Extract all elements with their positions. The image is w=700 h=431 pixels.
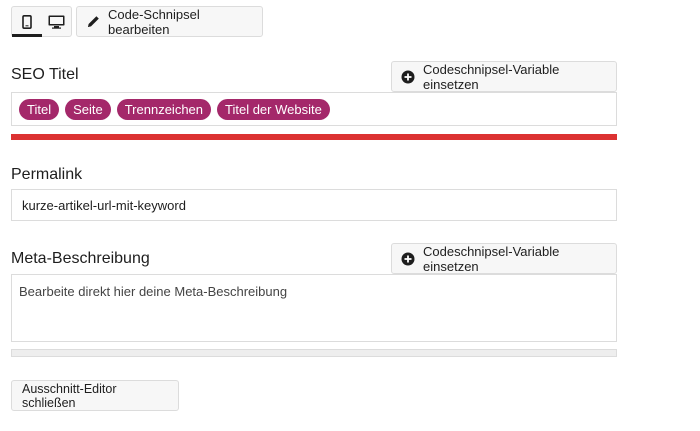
permalink-label: Permalink — [11, 166, 83, 183]
meta-description-placeholder: Bearbeite direkt hier deine Meta-Beschre… — [19, 284, 288, 299]
plus-circle-icon — [401, 252, 415, 266]
plus-circle-icon — [401, 70, 415, 84]
seo-title-length-progress — [11, 134, 617, 140]
edit-snippet-label: Code-Schnipsel bearbeiten — [108, 6, 200, 37]
insert-variable-label: Codeschnipsel-Variable einsetzen — [423, 243, 560, 274]
close-snippet-editor-button[interactable]: Ausschnitt-Editor schließen — [11, 380, 179, 411]
mobile-preview-button[interactable] — [12, 7, 42, 37]
snippet-editor: Code-Schnipsel bearbeiten SEO Titel Code… — [0, 0, 700, 431]
meta-description-textarea[interactable]: Bearbeite direkt hier deine Meta-Beschre… — [11, 274, 617, 342]
meta-description-length-progress — [11, 349, 617, 357]
insert-variable-button-meta-description[interactable]: Codeschnipsel-Variable einsetzen — [391, 243, 617, 274]
pencil-icon — [87, 15, 100, 28]
edit-snippet-button[interactable]: Code-Schnipsel bearbeiten — [76, 6, 263, 37]
snippet-variable-token[interactable]: Seite — [65, 98, 111, 120]
insert-variable-label: Codeschnipsel-Variable einsetzen — [423, 61, 560, 92]
close-snippet-editor-label: Ausschnitt-Editor schließen — [22, 381, 117, 410]
meta-description-label: Meta-Beschreibung — [11, 250, 150, 267]
snippet-variable-token[interactable]: Trennzeichen — [116, 98, 212, 120]
permalink-input[interactable]: kurze-artikel-url-mit-keyword — [11, 189, 617, 221]
permalink-value: kurze-artikel-url-mit-keyword — [22, 197, 186, 213]
desktop-preview-button[interactable] — [42, 7, 72, 36]
seo-title-label: SEO Titel — [11, 66, 79, 83]
seo-title-input[interactable]: Titel Seite Trennzeichen Titel der Websi… — [11, 92, 617, 126]
snippet-variable-token[interactable]: Titel der Website — [217, 98, 330, 120]
snippet-variable-token[interactable]: Titel — [19, 98, 60, 120]
desktop-icon — [48, 15, 65, 29]
insert-variable-button-seo-title[interactable]: Codeschnipsel-Variable einsetzen — [391, 61, 617, 92]
preview-mode-toggle — [11, 6, 72, 37]
mobile-icon — [21, 14, 32, 29]
